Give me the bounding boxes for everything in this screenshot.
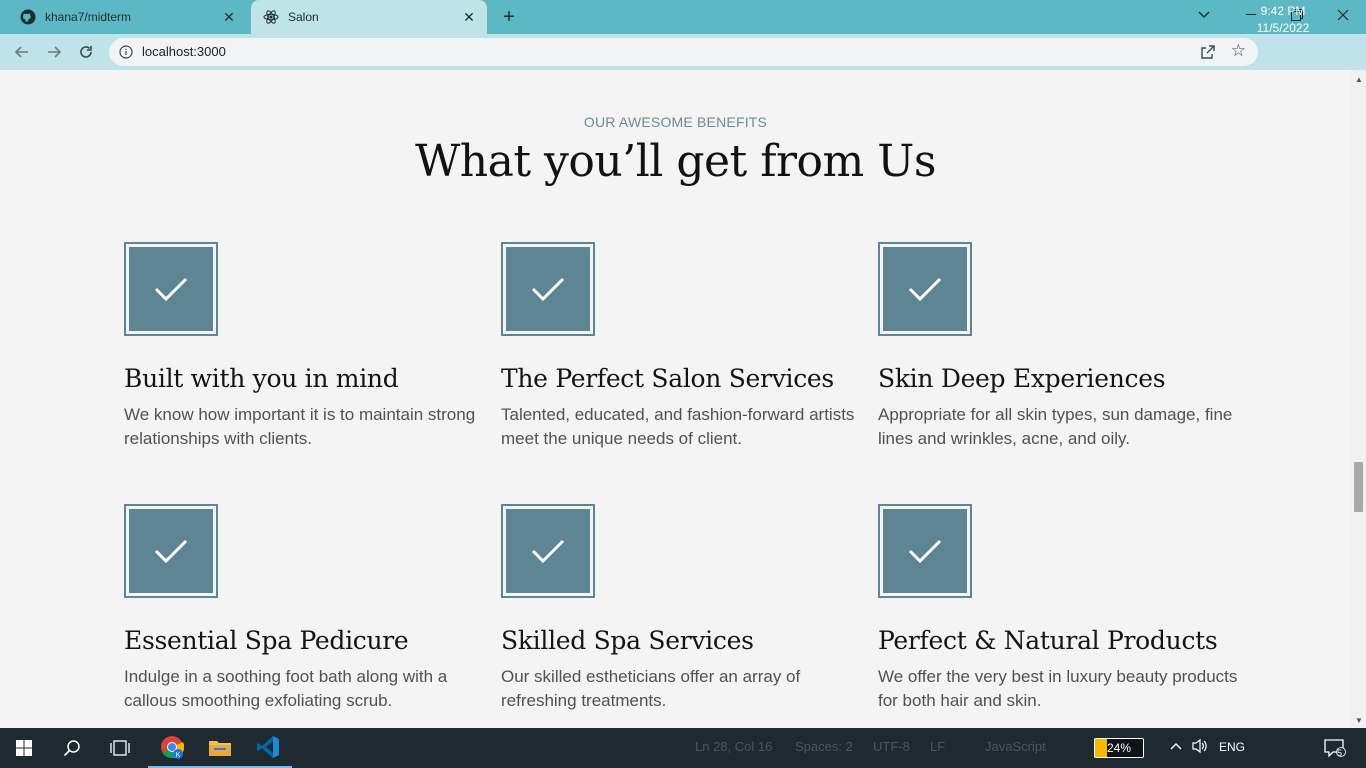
info-icon[interactable]: [119, 45, 133, 59]
forward-icon[interactable]: [42, 40, 66, 64]
section-heading: What you’ll get from Us: [415, 136, 936, 187]
benefit-title: Skin Deep Experiences: [878, 364, 1166, 393]
taskbar-clock[interactable]: 9:42 PM 11/5/2022: [1255, 3, 1311, 37]
checkmark-icon: [124, 242, 218, 336]
benefit-card: Skilled Spa Services Our skilled estheti…: [501, 504, 861, 713]
url-text: localhost:3000: [142, 44, 226, 59]
share-icon[interactable]: [1200, 44, 1216, 60]
svg-text:K: K: [176, 752, 181, 759]
browser-tab-strip: khana7/midterm ✕ Salon ✕ +: [0, 0, 1366, 34]
scrollbar-thumb[interactable]: [1354, 462, 1363, 512]
language-indicator[interactable]: ENG: [1219, 740, 1245, 754]
tab-salon[interactable]: Salon ✕: [251, 0, 487, 34]
page-viewport: OUR AWESOME BENEFITS What you’ll get fro…: [0, 70, 1351, 728]
editor-language: JavaScript: [985, 739, 1046, 754]
benefit-card: Built with you in mind We know how impor…: [124, 242, 484, 451]
editor-eol: LF: [930, 739, 946, 754]
clock-date: 11/5/2022: [1256, 21, 1310, 35]
notifications-icon[interactable]: [1324, 739, 1346, 760]
file-explorer-icon[interactable]: [196, 728, 244, 768]
battery-indicator[interactable]: 24%: [1094, 738, 1144, 758]
benefit-title: Essential Spa Pedicure: [124, 626, 409, 655]
checkmark-icon: [501, 242, 595, 336]
benefit-card: Essential Spa Pedicure Indulge in a soot…: [124, 504, 484, 713]
task-view-icon[interactable]: [96, 728, 144, 768]
chevron-up-icon[interactable]: [1170, 739, 1182, 753]
browser-toolbar: localhost:3000 ☆ K ⋮: [0, 34, 1366, 97]
benefit-text: Indulge in a soothing foot bath along wi…: [124, 667, 448, 710]
page-scrollbar[interactable]: ▲ ▼: [1351, 70, 1366, 728]
tab-title: khana7/midterm: [45, 10, 132, 24]
benefit-card: Perfect & Natural Products We offer the …: [878, 504, 1238, 713]
chrome-taskbar-icon[interactable]: K: [148, 728, 196, 768]
editor-cursor-position: Ln 28, Col 16: [695, 739, 773, 754]
windows-start-icon[interactable]: [0, 728, 48, 768]
react-icon: [263, 9, 279, 25]
github-icon: [20, 9, 36, 25]
clock-time: 9:42 PM: [1260, 4, 1306, 18]
benefit-card: Skin Deep Experiences Appropriate for al…: [878, 242, 1238, 451]
new-tab-button[interactable]: +: [499, 7, 519, 27]
battery-percent: 24%: [1106, 741, 1132, 755]
close-tab-icon[interactable]: ✕: [221, 9, 237, 25]
benefit-title: Perfect & Natural Products: [878, 626, 1218, 655]
benefit-card: The Perfect Salon Services Talented, edu…: [501, 242, 861, 451]
editor-encoding: UTF-8: [873, 739, 910, 754]
address-bar[interactable]: localhost:3000 ☆: [109, 38, 1258, 66]
volume-icon[interactable]: [1191, 738, 1209, 757]
benefit-text: Talented, educated, and fashion-forward …: [501, 405, 855, 448]
reload-icon[interactable]: [74, 40, 98, 64]
notification-count: 5: [1337, 748, 1343, 758]
bookmark-star-icon[interactable]: ☆: [1231, 41, 1246, 61]
benefit-text: Our skilled estheticians offer an array …: [501, 667, 801, 710]
checkmark-icon: [878, 242, 972, 336]
editor-indentation: Spaces: 2: [795, 739, 853, 754]
section-eyebrow: OUR AWESOME BENEFITS: [583, 114, 768, 130]
checkmark-icon: [501, 504, 595, 598]
back-icon[interactable]: [10, 40, 34, 64]
benefit-title: Built with you in mind: [124, 364, 399, 393]
close-tab-icon[interactable]: ✕: [461, 9, 477, 25]
windows-taskbar: K Ln 28, Col 16 Spaces: 2 UTF-8 LF JavaS…: [0, 728, 1366, 768]
scroll-up-arrow-icon[interactable]: ▲: [1355, 75, 1363, 84]
search-icon[interactable]: [48, 728, 96, 768]
benefit-text: Appropriate for all skin types, sun dama…: [878, 405, 1233, 448]
checkmark-icon: [124, 504, 218, 598]
vscode-icon[interactable]: [244, 728, 292, 768]
tab-search-icon[interactable]: [1181, 0, 1227, 30]
benefit-title: The Perfect Salon Services: [501, 364, 834, 393]
benefit-title: Skilled Spa Services: [501, 626, 754, 655]
benefit-text: We know how important it is to maintain …: [124, 405, 476, 448]
close-window-button[interactable]: [1320, 0, 1366, 30]
benefit-text: We offer the very best in luxury beauty …: [878, 667, 1238, 710]
tab-github[interactable]: khana7/midterm ✕: [8, 0, 247, 34]
tab-title: Salon: [288, 10, 319, 24]
checkmark-icon: [878, 504, 972, 598]
scroll-down-arrow-icon[interactable]: ▼: [1355, 716, 1363, 725]
